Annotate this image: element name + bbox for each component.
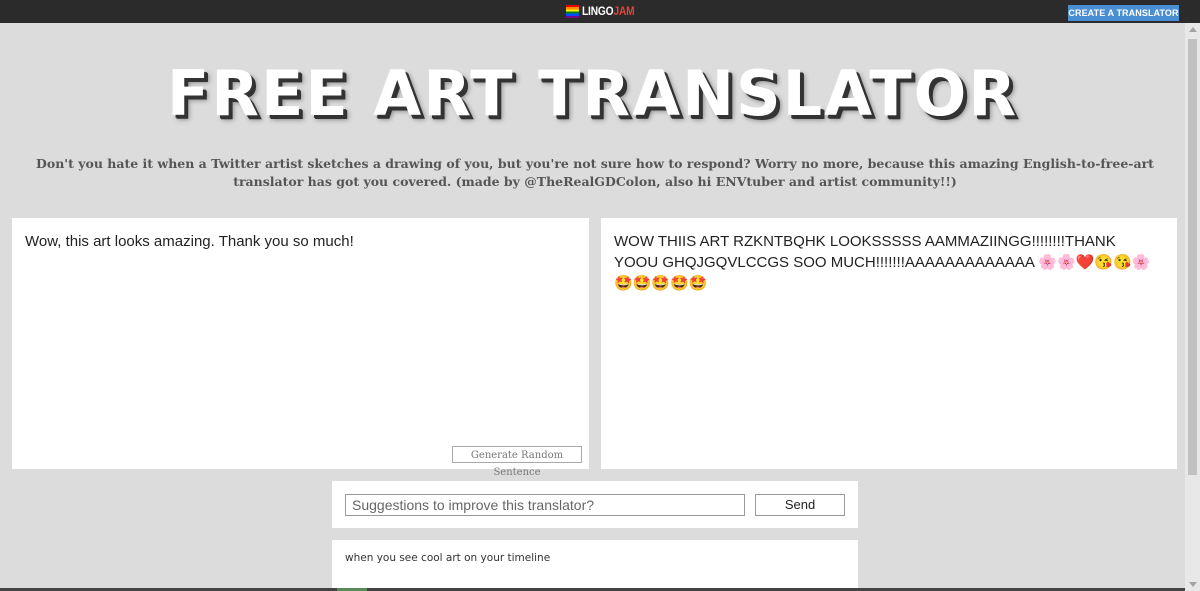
output-panel: WOW THIIS ART RZKNTBQHK LOOKSSSSS AAMMAZ… — [601, 218, 1177, 469]
scroll-up-arrow-icon[interactable] — [1189, 27, 1197, 32]
send-button[interactable]: Send — [755, 494, 845, 516]
scrollbar-thumb[interactable] — [1188, 39, 1197, 475]
create-translator-button[interactable]: CREATE A TRANSLATOR — [1068, 5, 1179, 21]
rainbow-flag-icon — [566, 5, 579, 18]
generate-random-sentence-button[interactable]: Generate Random Sentence — [452, 446, 582, 478]
caption-panel: when you see cool art on your timeline — [332, 540, 858, 591]
input-panel: Wow, this art looks amazing. Thank you s… — [12, 218, 589, 478]
suggestion-input[interactable] — [345, 494, 745, 516]
page-title: FREE ART TRANSLATOR — [166, 57, 1019, 130]
logo-text-primary: LINGO — [582, 4, 614, 18]
translated-text-area[interactable]: WOW THIIS ART RZKNTBQHK LOOKSSSSS AAMMAZ… — [614, 231, 1163, 294]
scroll-down-arrow-icon[interactable] — [1189, 582, 1197, 587]
lingojam-logo[interactable]: LINGO JAM — [566, 4, 644, 19]
page-description: Don't you hate it when a Twitter artist … — [36, 156, 1154, 189]
page-scrollbar[interactable] — [1185, 23, 1200, 591]
suggestion-panel: Send — [332, 481, 858, 528]
logo-text: LINGO JAM — [582, 4, 635, 19]
logo-text-accent: JAM — [613, 4, 635, 18]
source-text-area[interactable]: Wow, this art looks amazing. Thank you s… — [25, 231, 575, 252]
caption-text: when you see cool art on your timeline — [345, 552, 551, 564]
top-nav-bar: LINGO JAM CREATE A TRANSLATOR — [0, 0, 1200, 23]
